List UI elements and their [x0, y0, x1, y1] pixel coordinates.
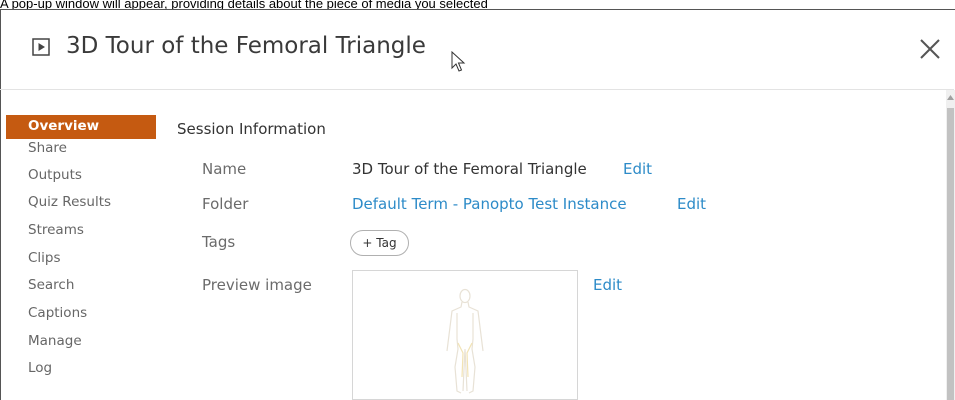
sidebar-item-captions[interactable]: Captions	[6, 304, 156, 332]
name-value: 3D Tour of the Femoral Triangle	[352, 160, 587, 178]
sidebar-item-clips[interactable]: Clips	[6, 249, 156, 276]
close-icon[interactable]	[918, 37, 942, 61]
sidebar-item-manage[interactable]: Manage	[6, 332, 156, 359]
name-edit-link[interactable]: Edit	[623, 160, 652, 178]
section-title: Session Information	[177, 120, 326, 138]
session-sidebar: Overview Share Outputs Quiz Results Stre…	[6, 115, 156, 387]
sidebar-item-share[interactable]: Share	[6, 139, 156, 166]
sidebar-item-search[interactable]: Search	[6, 276, 156, 304]
sidebar-item-quiz-results[interactable]: Quiz Results	[6, 193, 156, 221]
preview-edit-link[interactable]: Edit	[593, 276, 622, 294]
preview-image-label: Preview image	[202, 276, 312, 294]
name-label: Name	[202, 160, 247, 178]
human-body-figure-icon	[446, 288, 484, 394]
add-tag-button[interactable]: + Tag	[350, 230, 409, 256]
dialog-title: 3D Tour of the Femoral Triangle	[66, 33, 426, 59]
play-icon	[32, 38, 50, 56]
title-divider	[0, 89, 954, 90]
scroll-up-arrow-icon[interactable]	[946, 93, 955, 103]
tags-label: Tags	[202, 233, 236, 251]
preview-image[interactable]	[352, 270, 578, 400]
folder-edit-link[interactable]: Edit	[677, 195, 706, 213]
folder-link[interactable]: Default Term - Panopto Test Instance	[352, 195, 627, 213]
sidebar-item-outputs[interactable]: Outputs	[6, 166, 156, 193]
sidebar-item-streams[interactable]: Streams	[6, 221, 156, 249]
sidebar-item-overview[interactable]: Overview	[6, 115, 156, 139]
scrollbar-thumb[interactable]	[947, 108, 954, 400]
sidebar-item-log[interactable]: Log	[6, 359, 156, 387]
mouse-pointer-icon	[451, 51, 466, 72]
dialog-title-bar: 3D Tour of the Femoral Triangle	[1, 10, 955, 90]
folder-label: Folder	[202, 195, 249, 213]
